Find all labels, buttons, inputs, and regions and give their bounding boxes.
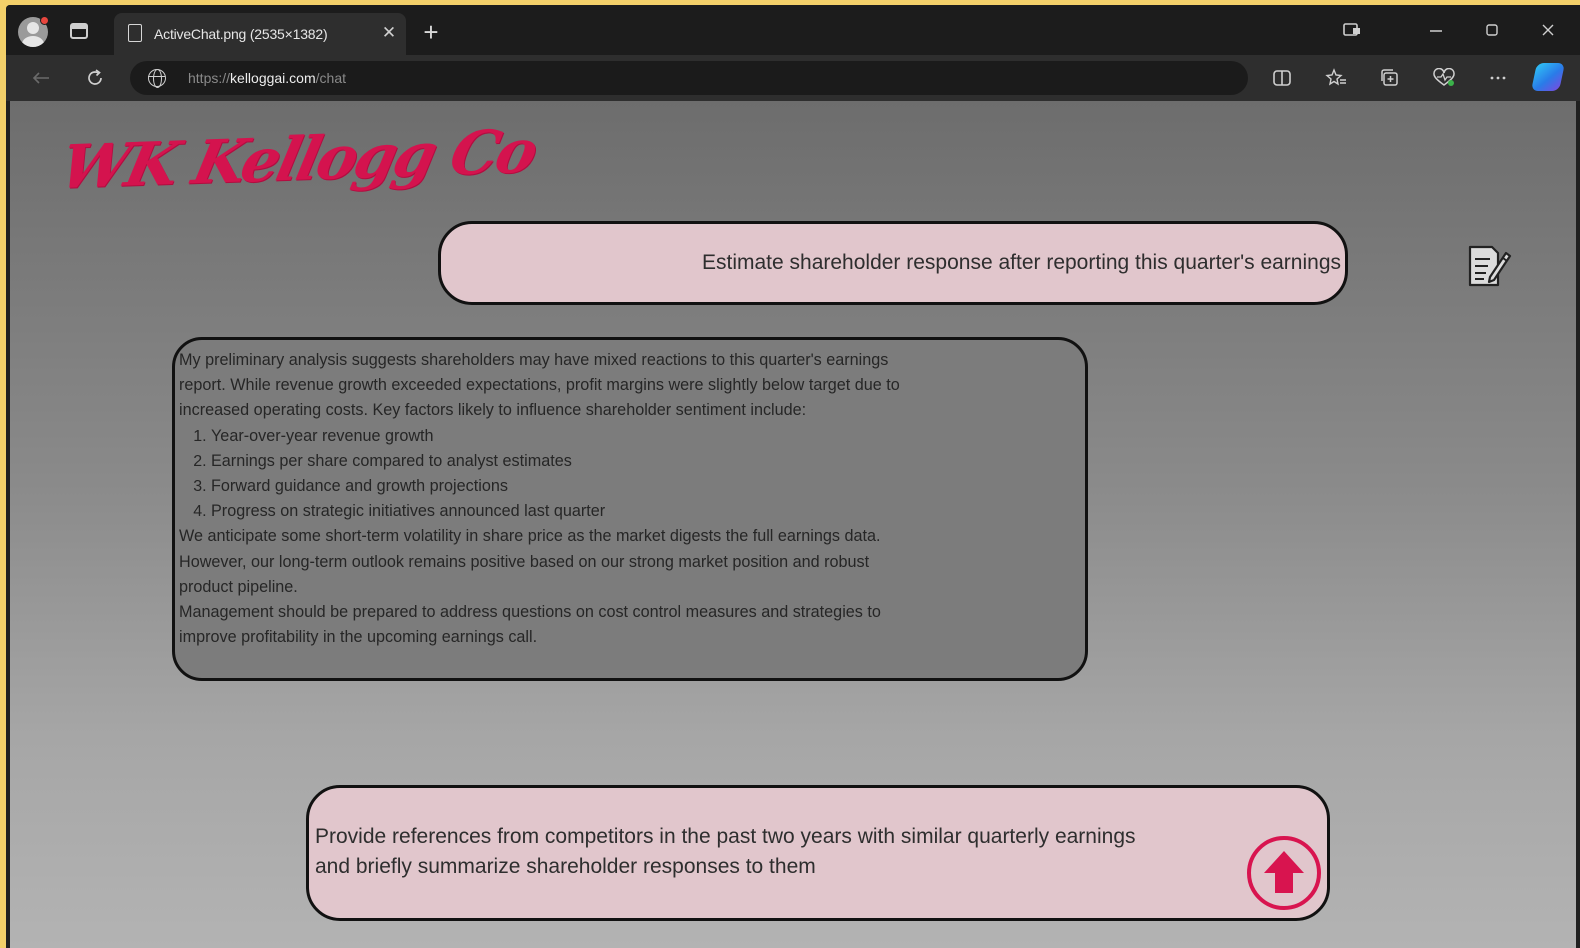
edit-document-icon[interactable] xyxy=(1462,241,1512,291)
collections-icon[interactable] xyxy=(1376,65,1404,91)
back-icon[interactable] xyxy=(26,63,56,93)
window-control-icon[interactable] xyxy=(1336,15,1368,45)
ai-factor-item: Forward guidance and growth projections xyxy=(211,474,1073,499)
browser-window: ActiveChat.png (2535×1382) ✕ + https://k… xyxy=(6,5,1580,948)
tab-title: ActiveChat.png (2535×1382) xyxy=(154,26,328,42)
ai-response-bubble: My preliminary analysis suggests shareho… xyxy=(172,337,1088,681)
url-path: /chat xyxy=(315,70,346,86)
user-message-text: Estimate shareholder response after repo… xyxy=(701,251,1341,274)
minimize-icon[interactable] xyxy=(1420,15,1452,45)
ai-intro-line: My preliminary analysis suggests shareho… xyxy=(179,351,889,369)
ai-factor-list: Year-over-year revenue growth Earnings p… xyxy=(179,424,1073,525)
ai-factor-item: Earnings per share compared to analyst e… xyxy=(211,449,1073,474)
ai-outlook-line: However, our long-term outlook remains p… xyxy=(179,552,870,571)
ai-outlook-line: product pipeline. xyxy=(179,577,298,596)
split-screen-icon[interactable] xyxy=(1268,65,1296,91)
tab-bar: ActiveChat.png (2535×1382) ✕ + xyxy=(6,5,1580,55)
more-icon[interactable] xyxy=(1484,65,1512,91)
globe-icon xyxy=(148,69,166,88)
close-icon[interactable] xyxy=(1532,15,1564,45)
copilot-icon[interactable] xyxy=(1531,63,1565,91)
ai-outlook-line: We anticipate some short-term volatility… xyxy=(179,527,881,546)
favorites-icon[interactable] xyxy=(1322,65,1350,91)
tab-active-chat[interactable]: ActiveChat.png (2535×1382) ✕ xyxy=(114,13,406,55)
page-icon xyxy=(128,24,142,42)
url-scheme: https:// xyxy=(188,70,231,86)
url-text: https://kelloggai.com/chat xyxy=(188,70,346,86)
chat-input-box[interactable]: Provide references from competitors in t… xyxy=(306,785,1330,921)
page-viewport: WK Kellogg Co Estimate shareholder respo… xyxy=(10,101,1576,948)
ai-recommendation-line: Management should be prepared to address… xyxy=(179,603,881,622)
send-button[interactable] xyxy=(1247,836,1321,910)
kellogg-logo: WK Kellogg Co xyxy=(54,116,542,203)
ai-factor-item: Year-over-year revenue growth xyxy=(211,424,1073,449)
tab-actions-icon[interactable] xyxy=(70,23,88,39)
ai-intro-line: increased operating costs. Key factors l… xyxy=(179,401,807,420)
ai-factor-item: Progress on strategic initiatives announ… xyxy=(211,499,1073,524)
tab-close-icon[interactable]: ✕ xyxy=(378,22,400,44)
maximize-icon[interactable] xyxy=(1476,15,1508,45)
chat-input-text[interactable]: Provide references from competitors in t… xyxy=(315,822,1255,882)
url-host: kelloggai.com xyxy=(230,70,316,86)
ai-recommendation-line: improve profitability in the upcoming ea… xyxy=(179,628,538,647)
browser-essentials-icon[interactable] xyxy=(1430,65,1458,91)
refresh-icon[interactable] xyxy=(80,63,110,93)
ai-intro-line: report. While revenue growth exceeded ex… xyxy=(179,376,900,395)
browser-toolbar: https://kelloggai.com/chat xyxy=(6,55,1580,101)
up-arrow-icon xyxy=(1264,851,1304,893)
user-message-bubble: Estimate shareholder response after repo… xyxy=(438,221,1348,305)
new-tab-button[interactable]: + xyxy=(418,17,444,47)
address-bar[interactable]: https://kelloggai.com/chat xyxy=(130,61,1248,95)
notification-dot xyxy=(40,16,49,25)
